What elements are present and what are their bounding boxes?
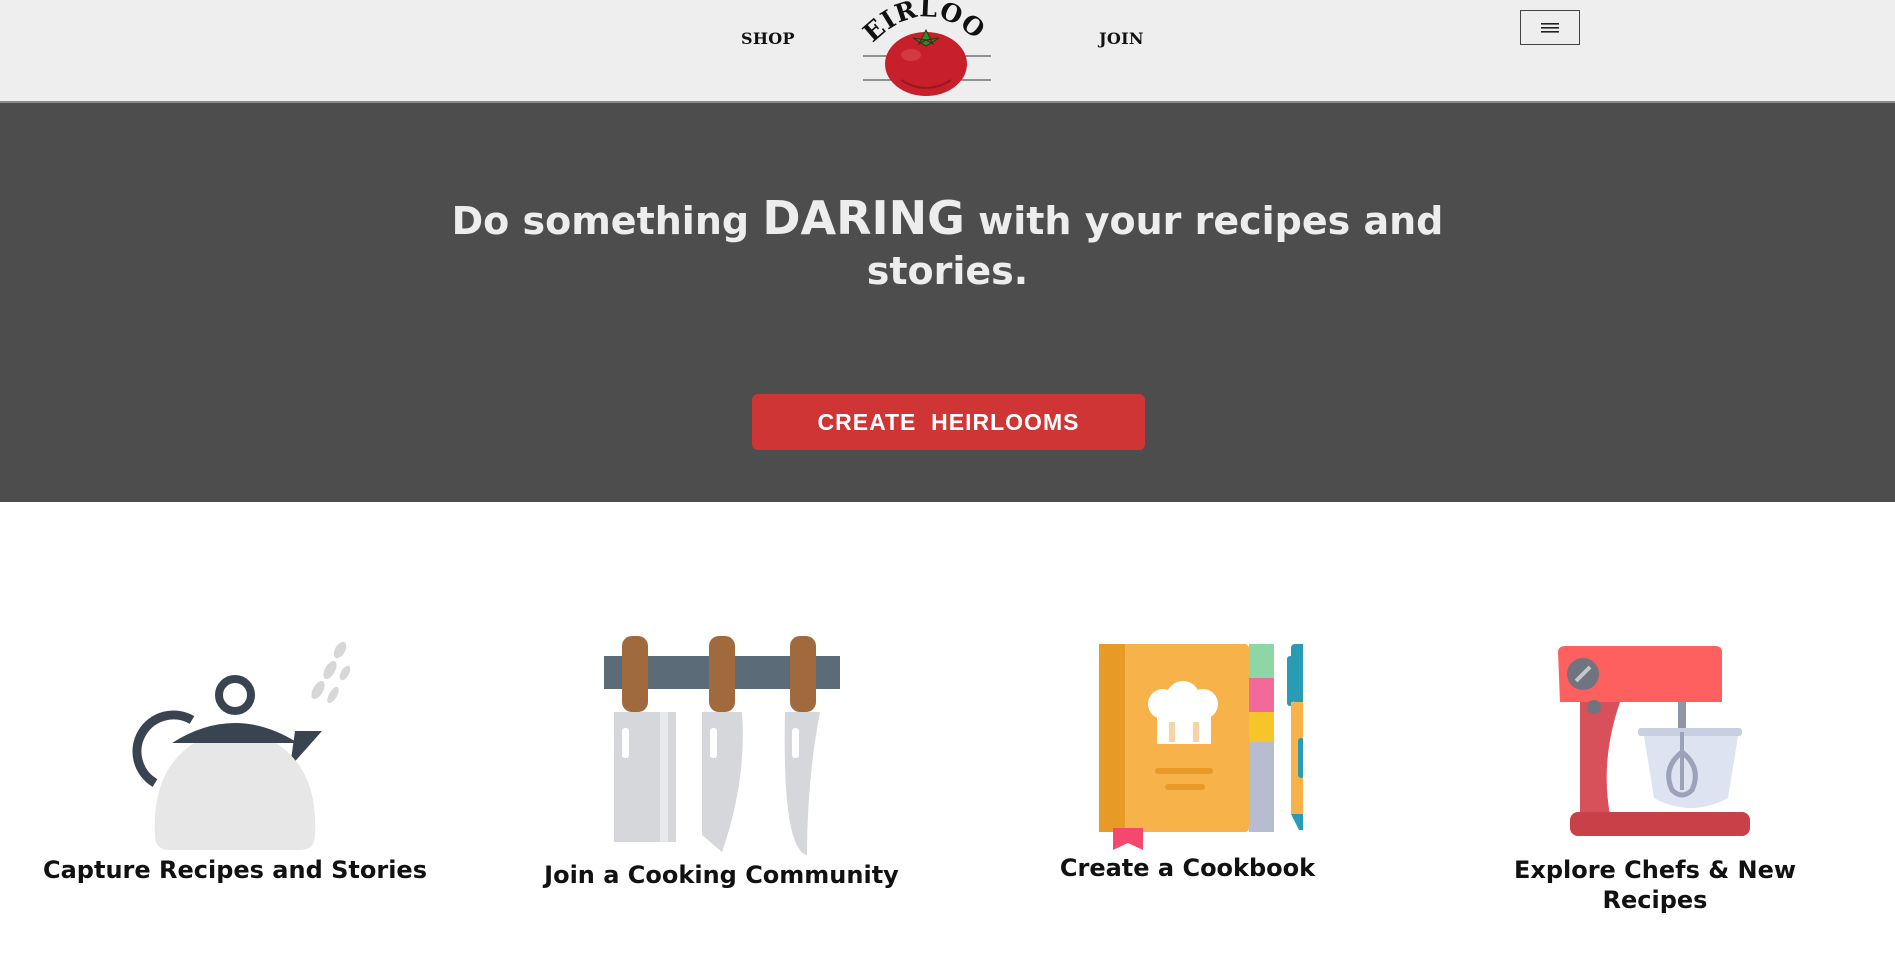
feature-cooking-community[interactable]: Join a Cooking Community [520, 630, 923, 890]
knife-rack-icon [603, 636, 840, 855]
feature-label: Capture Recipes and Stories [42, 856, 427, 884]
stand-mixer-icon [1558, 646, 1750, 836]
feature-label: Explore Chefs & New Recipes [1513, 856, 1797, 914]
feature-label: Join a Cooking Community [544, 861, 899, 889]
feature-create-cookbook[interactable]: Create a Cookbook [1040, 638, 1335, 883]
heirloom-logo[interactable]: HEIRLOOM [839, 0, 999, 100]
create-heirlooms-button[interactable]: CREATE HEIRLOOMS [752, 394, 1145, 450]
site-header: SHOP HEIRLOOM JOIN [0, 0, 1895, 103]
feature-capture-recipes[interactable]: Capture Recipes and Stories [30, 635, 440, 885]
hero-section: Do something DARING with your recipes an… [0, 103, 1895, 502]
hero-title-part1: Do something [451, 199, 763, 243]
cookbook-icon [1098, 644, 1303, 850]
kettle-icon [132, 641, 351, 850]
menu-button[interactable] [1520, 10, 1580, 45]
hero-title: Do something DARING with your recipes an… [400, 193, 1495, 296]
nav-shop-link[interactable]: SHOP [741, 29, 795, 48]
feature-label: Create a Cookbook [1059, 854, 1316, 882]
nav-join-link[interactable]: JOIN [1099, 29, 1144, 48]
feature-explore-chefs[interactable]: Explore Chefs & New Recipes [1490, 640, 1820, 915]
hero-title-emphasis: DARING [762, 191, 965, 245]
hamburger-icon [1541, 22, 1559, 33]
tomato-logo-icon: HEIRLOOM [839, 0, 991, 96]
